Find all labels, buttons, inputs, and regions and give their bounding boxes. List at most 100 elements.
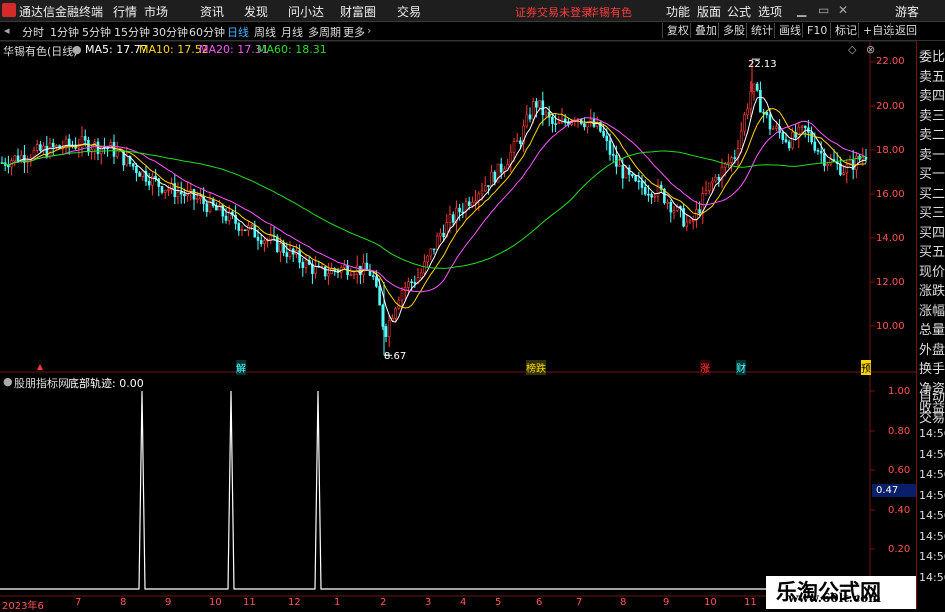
x-tick: 12 <box>288 597 301 608</box>
candle-body <box>205 203 209 212</box>
indicator-title: 股朋指标网 <box>14 377 69 390</box>
candle-body <box>554 123 557 125</box>
side-panel-item: 外盘 <box>919 342 945 358</box>
candle-body <box>631 174 634 177</box>
candle-body <box>685 221 689 227</box>
candle-body <box>864 157 868 160</box>
y-tick: 22.00 <box>876 56 905 67</box>
candle-body <box>515 140 519 143</box>
candle-body <box>55 145 58 148</box>
x-tick: 10 <box>209 597 222 608</box>
side-panel-item: 卖三 <box>919 108 945 124</box>
event-marker-up[interactable]: 涨 <box>700 360 710 375</box>
candle-body <box>762 111 765 114</box>
candle-body <box>160 186 164 193</box>
candle-body <box>704 190 708 194</box>
side-panel-item: 买一 <box>919 167 945 182</box>
candle-body <box>439 232 442 237</box>
candle-body <box>538 100 541 108</box>
candle-body <box>253 224 257 238</box>
kline-chart[interactable] <box>0 0 945 609</box>
candle-body <box>714 176 717 182</box>
y-tick: 18.00 <box>876 145 905 156</box>
candle-body <box>429 248 433 257</box>
candle-body <box>352 273 356 276</box>
candle-body <box>691 219 695 222</box>
candle-body <box>400 290 404 301</box>
ma60-label: MA60: 18.31 <box>257 43 327 56</box>
candle-body <box>426 255 429 263</box>
indicator-y-tick: 0.20 <box>888 544 911 555</box>
candle-body <box>826 163 829 166</box>
candle-body <box>787 141 791 149</box>
candle-body <box>147 181 151 186</box>
candle-body <box>410 281 413 283</box>
candle-body <box>16 155 20 162</box>
candle-body <box>138 172 141 177</box>
candle-body <box>275 236 279 252</box>
event-marker-forecast[interactable]: 预 <box>861 360 871 375</box>
candle-body <box>746 108 749 116</box>
candle-body <box>419 272 423 278</box>
candle-body <box>109 142 113 149</box>
candle-body <box>387 320 391 337</box>
y-tick: 12.00 <box>876 277 905 288</box>
panel-close-icon[interactable]: ⊗ <box>866 43 875 56</box>
candle-body <box>711 180 714 184</box>
candle-body <box>458 207 461 213</box>
x-tick: 9 <box>663 597 670 608</box>
indicator-current-value: 0.47 <box>872 484 918 497</box>
x-tick: 7 <box>75 597 82 608</box>
candle-body <box>483 185 487 192</box>
candle-body <box>487 185 490 187</box>
event-marker-finance[interactable]: 财 <box>736 360 746 375</box>
side-panel-item: 14:56 <box>919 550 945 563</box>
candle-body <box>407 281 410 288</box>
candle-body <box>285 252 289 257</box>
candle-body <box>448 214 452 223</box>
x-tick: 9 <box>165 597 172 608</box>
diamond-icon[interactable]: ◇ <box>848 43 856 56</box>
y-tick: 14.00 <box>876 233 905 244</box>
indicator-settings-icon[interactable]: ● <box>3 375 13 388</box>
candle-body <box>13 155 17 162</box>
side-panel-item: 14:56 <box>919 509 945 522</box>
candle-body <box>250 224 253 227</box>
event-marker-unlock[interactable]: 解 <box>236 360 246 375</box>
candle-body <box>845 164 849 174</box>
candle-body <box>323 266 327 277</box>
indicator-line <box>0 390 868 590</box>
candle-body <box>135 166 138 174</box>
candle-body <box>7 165 10 168</box>
candle-body <box>688 220 692 223</box>
candle-body <box>499 163 503 173</box>
side-panel-item: 现价 <box>919 264 945 280</box>
x-tick: 5 <box>495 597 502 608</box>
candle-body <box>759 90 762 113</box>
candle-body <box>211 198 215 207</box>
indicator-y-tick: 0.80 <box>888 426 911 437</box>
x-tick: 2 <box>380 597 387 608</box>
high-price-label: 22.13 <box>748 59 777 70</box>
side-panel-item: 14:56 <box>919 488 945 502</box>
candle-body <box>535 101 538 108</box>
candle-body <box>141 170 145 177</box>
event-marker-list[interactable]: 榜跌 <box>526 360 546 375</box>
x-tick: 8 <box>620 597 627 608</box>
candle-body <box>669 201 673 213</box>
candle-body <box>618 164 621 167</box>
x-tick: 10 <box>704 597 717 608</box>
candle-body <box>256 236 260 241</box>
candle-body <box>240 229 244 232</box>
side-panel-item: 买四 <box>919 225 945 241</box>
candle-body <box>819 150 823 154</box>
candle-body <box>195 198 199 200</box>
settings-circle-icon[interactable]: ● <box>72 43 82 56</box>
y-tick: 10.00 <box>876 321 905 332</box>
candle-body <box>125 155 129 166</box>
candle-body <box>77 146 81 149</box>
x-tick: 4 <box>460 597 467 608</box>
candle-body <box>717 176 721 181</box>
stock-label: 华锡有色(日线) <box>3 45 78 58</box>
side-panel-item: 14:56 <box>919 529 945 543</box>
